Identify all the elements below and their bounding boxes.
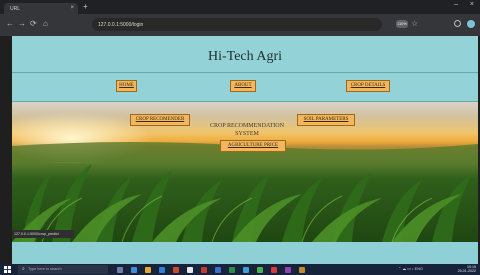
app-icon-red2[interactable]: [271, 267, 277, 273]
address-bar[interactable]: 127.0.0.1:5000/login: [92, 18, 382, 31]
task-view-icon[interactable]: [117, 267, 123, 273]
office-icon[interactable]: [173, 267, 179, 273]
soil-parameters-button[interactable]: SOIL PARAMETERS: [297, 114, 355, 126]
site-header: Hi-Tech Agri: [12, 36, 478, 73]
edge-icon[interactable]: [131, 267, 137, 273]
vscode-icon[interactable]: [243, 267, 249, 273]
taskbar-search[interactable]: Type here to search: [18, 265, 108, 274]
taskbar-clock[interactable]: 10:15 25-01-2022: [452, 265, 476, 274]
app-icon-amber[interactable]: [299, 267, 305, 273]
taskbar: Type here to search ⌕ ⌃ ☁ ▭ ♪ ENG 10:15 …: [0, 264, 480, 275]
file-explorer-icon[interactable]: [145, 267, 151, 273]
site-title: Hi-Tech Agri: [207, 49, 283, 64]
home-icon[interactable]: ⌂: [43, 19, 48, 28]
app-icon[interactable]: [187, 267, 193, 273]
search-icon: ⌕: [22, 266, 25, 272]
extensions-icon[interactable]: [454, 20, 461, 27]
browser-toolbar: ← → ⟳ ⌂ 127.0.0.1:5000/login 110% ☆: [0, 14, 480, 36]
home-nav-link[interactable]: HOME: [116, 80, 137, 92]
hero-title: CROP RECOMMENDATION SYSTEM: [210, 123, 284, 137]
browser-tab-bar: URL × + – ×: [0, 0, 480, 14]
close-window-button[interactable]: ×: [470, 1, 474, 8]
tab-close-icon[interactable]: ×: [70, 5, 74, 11]
profile-avatar[interactable]: [467, 20, 475, 28]
reload-icon[interactable]: ⟳: [30, 19, 37, 28]
windows-start-icon[interactable]: [4, 266, 11, 273]
crop-recommender-button[interactable]: CROP RECOMENDER: [130, 114, 190, 126]
store-icon[interactable]: [159, 267, 165, 273]
zoom-indicator[interactable]: 110%: [396, 20, 408, 28]
minimize-button[interactable]: –: [454, 1, 458, 8]
app-icon-purple[interactable]: [285, 267, 291, 273]
tab-title: URL: [10, 6, 21, 12]
status-bar-url: 127.0.0.1:5000/crop_predict: [12, 230, 74, 238]
word-icon[interactable]: [215, 267, 221, 273]
system-tray[interactable]: ⌃ ☁ ▭ ♪ ENG: [398, 266, 423, 271]
agriculture-price-button[interactable]: AGRICULTURE PRICE: [220, 140, 286, 152]
star-icon[interactable]: ☆: [411, 19, 418, 28]
clock-date: 25-01-2022: [457, 269, 476, 274]
chrome-icon[interactable]: [257, 267, 263, 273]
hero-banner: CROP RECOMENDER CROP RECOMMENDATION SYST…: [12, 102, 478, 242]
new-tab-button[interactable]: +: [83, 2, 88, 11]
web-page: Hi-Tech Agri HOME ABOUT CROP DETAILS CRO…: [12, 36, 478, 264]
about-nav-link[interactable]: ABOUT: [230, 80, 256, 92]
app-icon-red[interactable]: [201, 267, 207, 273]
forward-arrow-icon[interactable]: →: [18, 19, 26, 28]
app-icon-green[interactable]: [229, 267, 235, 273]
address-path: :5000/login: [118, 22, 144, 28]
browser-tab[interactable]: URL ×: [4, 3, 78, 14]
crop-details-nav-link[interactable]: CROP DETAILS: [346, 80, 390, 92]
main-nav: HOME ABOUT CROP DETAILS: [12, 74, 478, 102]
site-footer: [12, 242, 478, 264]
back-arrow-icon[interactable]: ←: [6, 19, 14, 28]
address-host: 127.0.0.1: [98, 22, 119, 28]
